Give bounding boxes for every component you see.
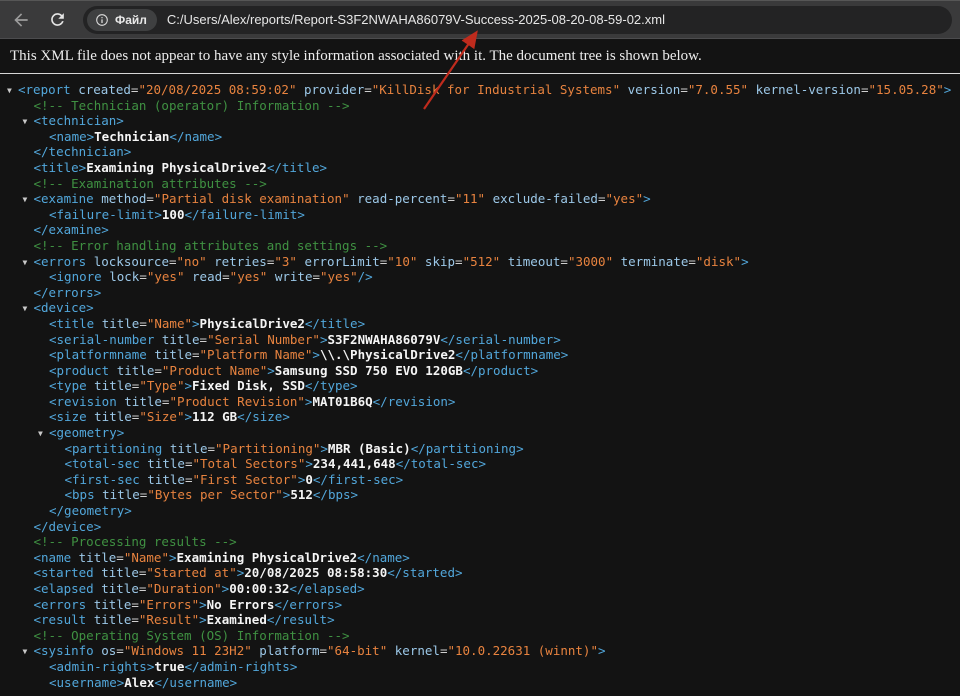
xml-line: <name title="Name">Examining PhysicalDri… <box>0 550 960 566</box>
xml-line: <bps title="Bytes per Sector">512</bps> <box>0 487 960 503</box>
xml-line: <result title="Result">Examined</result> <box>0 612 960 628</box>
xml-line: <failure-limit>100</failure-limit> <box>0 207 960 223</box>
message-divider <box>0 73 960 74</box>
xml-document-tree: ▼<report created="20/08/2025 08:59:02" p… <box>0 82 960 690</box>
xml-line: </device> <box>0 519 960 535</box>
xml-line: ▼<report created="20/08/2025 08:59:02" p… <box>0 82 960 98</box>
xml-line: ▼<geometry> <box>0 425 960 441</box>
xml-comment-line: <!-- Processing results --> <box>0 534 960 550</box>
url-bar[interactable]: Файл C:/Users/Alex/reports/Report-S3F2NW… <box>83 6 952 34</box>
scheme-chip-label: Файл <box>115 13 147 27</box>
xml-line: ▼<sysinfo os="Windows 11 23H2" platform=… <box>0 643 960 659</box>
xml-line: <first-sec title="First Sector">0</first… <box>0 472 960 488</box>
expand-arrow-icon[interactable]: ▼ <box>23 301 34 317</box>
xml-line: <revision title="Product Revision">MAT01… <box>0 394 960 410</box>
xml-line: <type title="Type">Fixed Disk, SSD</type… <box>0 378 960 394</box>
xml-line: <admin-rights>true</admin-rights> <box>0 659 960 675</box>
xml-line: </technician> <box>0 144 960 160</box>
xml-line: <username>Alex</username> <box>0 675 960 691</box>
xml-line: <title>Examining PhysicalDrive2</title> <box>0 160 960 176</box>
back-arrow-icon <box>11 10 31 30</box>
xml-line: <started title="Started at">20/08/2025 0… <box>0 565 960 581</box>
xml-comment-line: <!-- Examination attributes --> <box>0 176 960 192</box>
xml-line: <elapsed title="Duration">00:00:32</elap… <box>0 581 960 597</box>
expand-arrow-icon[interactable]: ▼ <box>23 644 34 660</box>
expand-arrow-icon[interactable]: ▼ <box>38 426 49 442</box>
expand-arrow-icon[interactable]: ▼ <box>23 114 34 130</box>
xml-line: ▼<examine method="Partial disk examinati… <box>0 191 960 207</box>
xml-line: <errors title="Errors">No Errors</errors… <box>0 597 960 613</box>
xml-line: <serial-number title="Serial Number">S3F… <box>0 332 960 348</box>
xml-line: <name>Technician</name> <box>0 129 960 145</box>
url-text[interactable]: C:/Users/Alex/reports/Report-S3F2NWAHA86… <box>167 12 665 27</box>
xml-line: <product title="Product Name">Samsung SS… <box>0 363 960 379</box>
xml-line: <ignore lock="yes" read="yes" write="yes… <box>0 269 960 285</box>
file-scheme-chip[interactable]: Файл <box>87 9 157 31</box>
xml-line: </examine> <box>0 222 960 238</box>
no-style-message: This XML file does not appear to have an… <box>10 46 950 66</box>
expand-arrow-icon[interactable]: ▼ <box>23 255 34 271</box>
back-button[interactable] <box>7 6 35 34</box>
xml-line: <partitioning title="Partitioning">MBR (… <box>0 441 960 457</box>
xml-line: ▼<device> <box>0 300 960 316</box>
info-icon <box>95 13 109 27</box>
xml-viewer-page: This XML file does not appear to have an… <box>0 39 960 690</box>
expand-arrow-icon[interactable]: ▼ <box>23 192 34 208</box>
xml-line: ▼<technician> <box>0 113 960 129</box>
xml-line: <size title="Size">112 GB</size> <box>0 409 960 425</box>
xml-line: ▼<errors locksource="no" retries="3" err… <box>0 254 960 270</box>
xml-line: <total-sec title="Total Sectors">234,441… <box>0 456 960 472</box>
xml-comment-line: <!-- Technician (operator) Information -… <box>0 98 960 114</box>
reload-button[interactable] <box>43 6 71 34</box>
xml-line: </errors> <box>0 285 960 301</box>
reload-icon <box>48 10 67 29</box>
xml-line: <platformname title="Platform Name">\\.\… <box>0 347 960 363</box>
xml-line: </geometry> <box>0 503 960 519</box>
browser-toolbar: Файл C:/Users/Alex/reports/Report-S3F2NW… <box>0 0 960 39</box>
xml-comment-line: <!-- Operating System (OS) Information -… <box>0 628 960 644</box>
expand-arrow-icon[interactable]: ▼ <box>7 83 18 99</box>
xml-line: <title title="Name">PhysicalDrive2</titl… <box>0 316 960 332</box>
xml-comment-line: <!-- Error handling attributes and setti… <box>0 238 960 254</box>
